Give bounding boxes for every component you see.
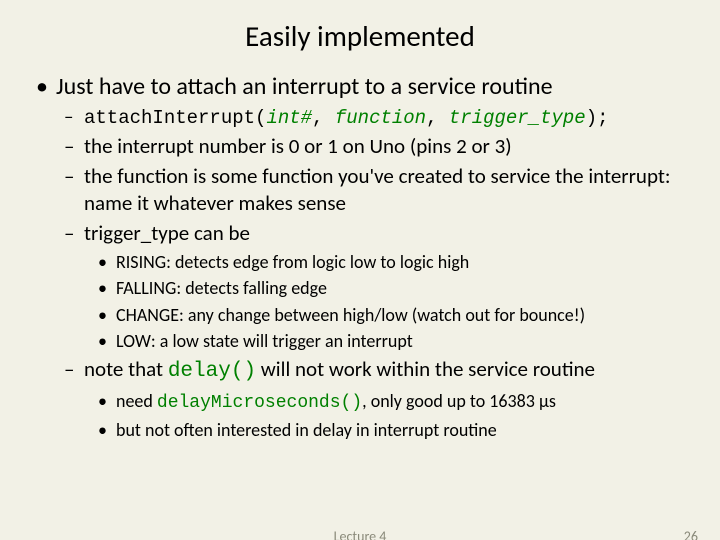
dot-delay-micro-b: , only good up to 16383 µs: [362, 390, 556, 412]
code-arg3: trigger_type: [449, 107, 586, 129]
delay-dot-list: need delayMicroseconds(), only good up t…: [84, 390, 690, 442]
dash-interrupt-number: the interrupt number is 0 or 1 on Uno (p…: [84, 133, 690, 160]
dash-code-line: attachInterrupt(int#, function, trigger_…: [84, 106, 690, 130]
dot-delay-micro-a: need: [116, 390, 157, 412]
code-arg1: int#: [266, 107, 312, 129]
dash-trigger-type-text: trigger_type can be: [84, 220, 250, 246]
dash-delay-b: will not work within the service routine: [256, 356, 595, 382]
dash-delay-note: note that delay() will not work within t…: [84, 356, 690, 442]
code-sep1: ,: [312, 107, 335, 129]
dash-trigger-type: trigger_type can be RISING: detects edge…: [84, 220, 690, 353]
dot-low: LOW: a low state will trigger an interru…: [116, 330, 690, 353]
bullet-main-text: Just have to attach an interrupt to a se…: [56, 72, 553, 101]
trigger-dot-list: RISING: detects edge from logic low to l…: [84, 251, 690, 354]
code-sep2: ,: [426, 107, 449, 129]
dot-change: CHANGE: any change between high/low (wat…: [116, 304, 690, 327]
dash-delay-a: note that: [84, 356, 168, 382]
dash-list: attachInterrupt(int#, function, trigger_…: [56, 106, 690, 442]
code-fn: attachInterrupt(: [84, 107, 266, 129]
code-arg2: function: [335, 107, 426, 129]
bullet-main: Just have to attach an interrupt to a se…: [56, 72, 690, 442]
footer-lecture: Lecture 4: [0, 528, 720, 540]
slide: Easily implemented Just have to attach a…: [0, 0, 720, 540]
dot-delay-micro: need delayMicroseconds(), only good up t…: [116, 390, 690, 415]
slide-title: Easily implemented: [30, 18, 690, 54]
code-delay: delay(): [168, 360, 256, 383]
code-delay-micro: delayMicroseconds(): [157, 393, 362, 413]
top-bullet-list: Just have to attach an interrupt to a se…: [30, 72, 690, 442]
dash-function-desc: the function is some function you've cre…: [84, 163, 690, 217]
dot-falling: FALLING: detects falling edge: [116, 277, 690, 300]
code-close: );: [586, 107, 609, 129]
footer-page-number: 26: [684, 528, 698, 540]
dot-delay-rare: but not often interested in delay in int…: [116, 419, 690, 442]
dot-rising: RISING: detects edge from logic low to l…: [116, 251, 690, 274]
